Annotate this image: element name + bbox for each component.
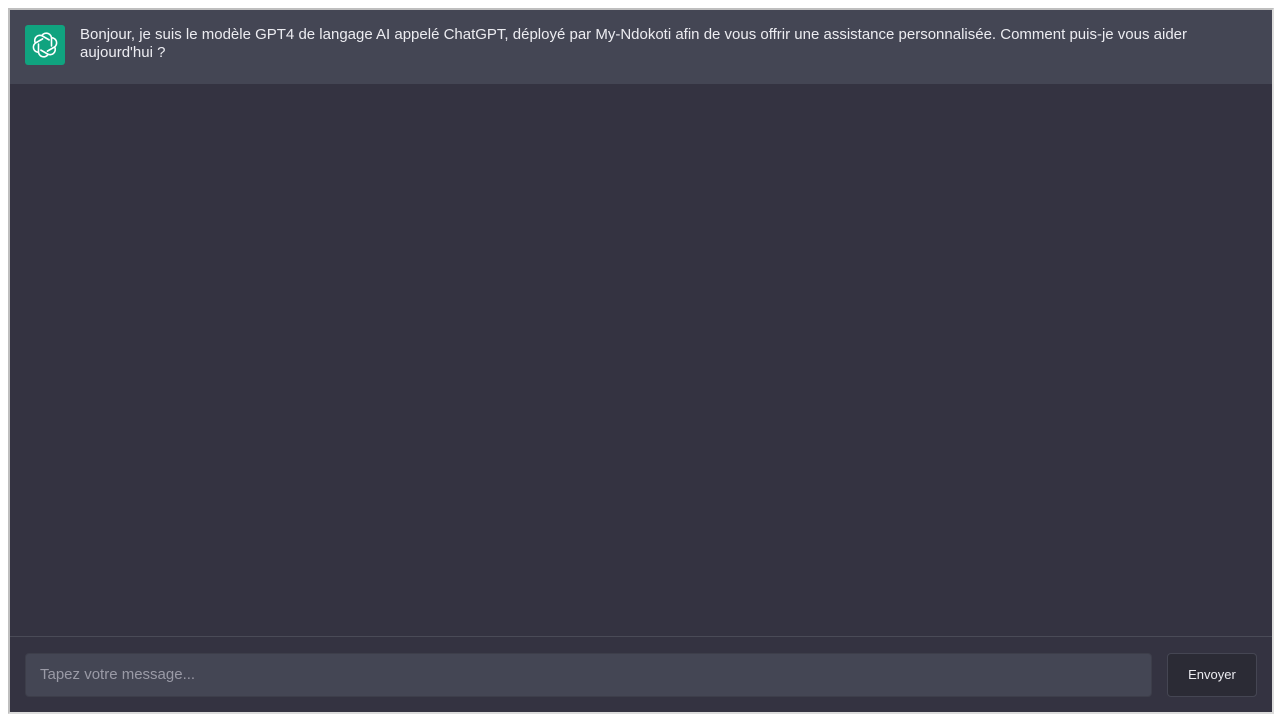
- assistant-avatar: [25, 25, 65, 65]
- send-button[interactable]: Envoyer: [1167, 652, 1257, 697]
- composer-bar: Envoyer: [10, 636, 1272, 712]
- conversation-area: [10, 84, 1272, 636]
- message-input[interactable]: [25, 652, 1152, 697]
- assistant-message: Bonjour, je suis le modèle GPT4 de langa…: [10, 10, 1272, 84]
- assistant-message-text: Bonjour, je suis le modèle GPT4 de langa…: [80, 26, 1188, 61]
- openai-logo-icon: [32, 32, 58, 58]
- chat-window: Bonjour, je suis le modèle GPT4 de langa…: [8, 8, 1274, 714]
